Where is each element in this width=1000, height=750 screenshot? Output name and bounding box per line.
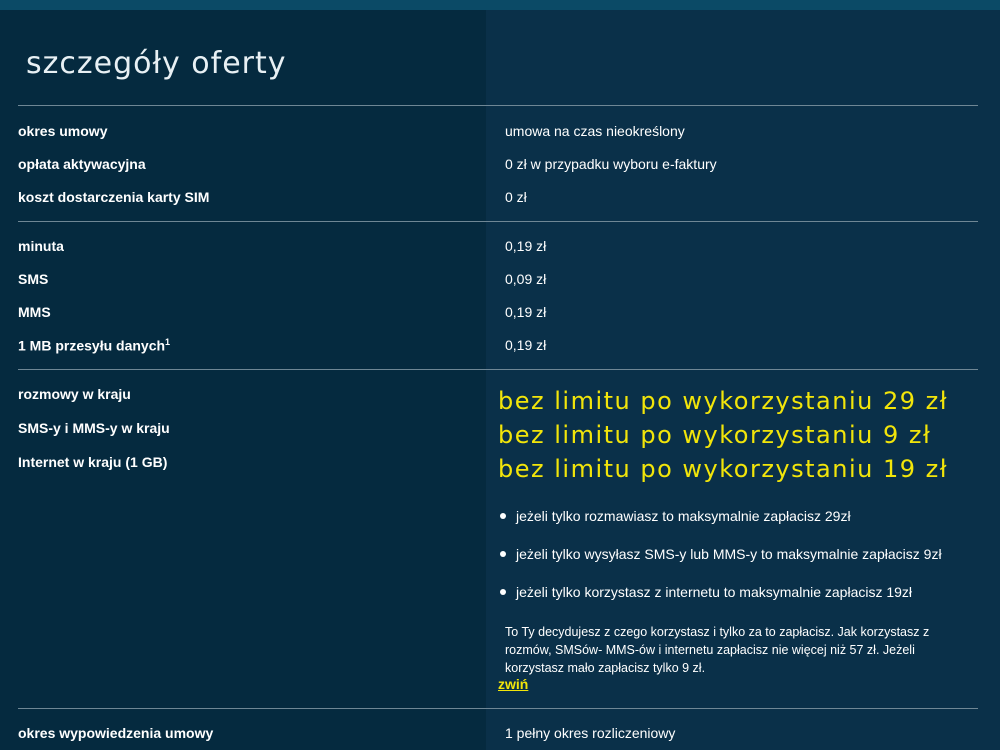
internet-limit-highlight: bez limitu po wykorzystaniu 19 zł: [498, 455, 949, 483]
divider: [18, 708, 978, 709]
divider: [18, 369, 978, 370]
data-rate-label: 1 MB przesyłu danych1: [18, 337, 170, 354]
mms-rate-label: MMS: [18, 304, 51, 320]
bullet-dot-icon: [500, 551, 506, 558]
contract-period-label: okres umowy: [18, 123, 108, 139]
divider: [18, 221, 978, 222]
divider: [18, 105, 978, 106]
notice-period-value: 1 pełny okres rozliczeniowy: [505, 725, 676, 741]
sms-mms-limit-highlight: bez limitu po wykorzystaniu 9 zł: [498, 421, 932, 449]
bullet-item: jeżeli tylko rozmawiasz to maksymalnie z…: [500, 508, 851, 524]
sms-rate-label: SMS: [18, 271, 49, 287]
bullet-dot-icon: [500, 589, 506, 596]
contract-period-value: umowa na czas nieokreślony: [505, 123, 685, 139]
bullet-text: jeżeli tylko wysyłasz SMS-y lub MMS-y to…: [516, 546, 942, 562]
collapse-link[interactable]: zwiń: [498, 676, 528, 692]
bullet-item: jeżeli tylko korzystasz z internetu to m…: [500, 584, 912, 600]
offer-description: To Ty decydujesz z czego korzystasz i ty…: [505, 625, 930, 675]
internet-label: Internet w kraju (1 GB): [18, 454, 168, 470]
mms-rate-value: 0,19 zł: [505, 304, 547, 320]
data-rate-value: 0,19 zł: [505, 337, 547, 353]
activation-fee-label: opłata aktywacyjna: [18, 156, 146, 172]
sms-mms-label: SMS-y i MMS-y w kraju: [18, 420, 170, 436]
bullet-text: jeżeli tylko korzystasz z internetu to m…: [516, 584, 913, 600]
calls-label: rozmowy w kraju: [18, 386, 131, 402]
top-bar: [0, 0, 1000, 10]
minute-rate-value: 0,19 zł: [505, 238, 547, 254]
sim-delivery-label: koszt dostarczenia karty SIM: [18, 189, 210, 205]
sms-rate-value: 0,09 zł: [505, 271, 547, 287]
activation-fee-value: 0 zł w przypadku wyboru e-faktury: [505, 156, 717, 172]
footnote-marker: 1: [165, 337, 171, 347]
bullet-dot-icon: [500, 513, 506, 520]
calls-limit-highlight: bez limitu po wykorzystaniu 29 zł: [498, 387, 949, 415]
notice-period-label: okres wypowiedzenia umowy: [18, 725, 214, 741]
minute-rate-label: minuta: [18, 238, 64, 254]
sim-delivery-value: 0 zł: [505, 189, 527, 205]
page-title: szczegóły oferty: [26, 46, 287, 81]
bullet-text: jeżeli tylko rozmawiasz to maksymalnie z…: [516, 508, 851, 524]
data-rate-label-text: 1 MB przesyłu danych: [18, 337, 166, 354]
bullet-item: jeżeli tylko wysyłasz SMS-y lub MMS-y to…: [500, 546, 942, 562]
